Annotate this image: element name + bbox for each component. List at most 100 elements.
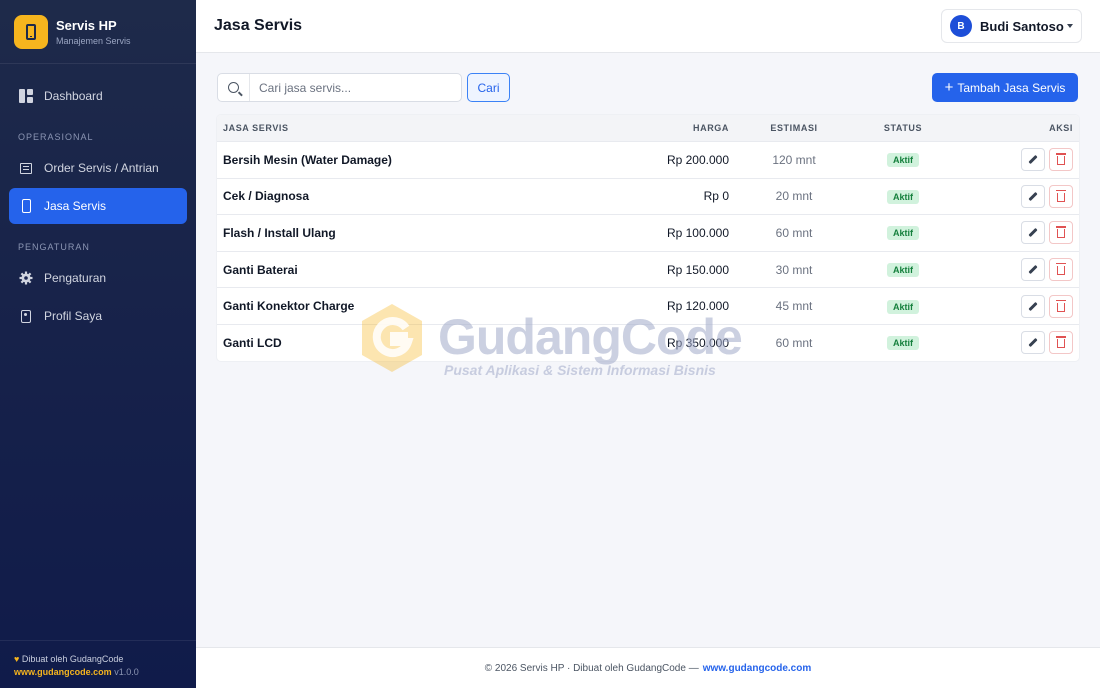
status-badge: Aktif (887, 153, 919, 168)
sidebar-item-dashboard[interactable]: Dashboard (9, 78, 187, 114)
header-status: STATUS (883, 123, 923, 133)
phone-logo-icon (14, 14, 48, 49)
pencil-icon (1028, 191, 1038, 201)
table-header: JASA SERVIS HARGA ESTIMASI STATUS AKSI (217, 115, 1079, 141)
pencil-icon (1028, 228, 1038, 238)
delete-button[interactable] (1049, 221, 1073, 245)
delete-button[interactable] (1049, 331, 1073, 355)
trash-icon (1056, 263, 1066, 276)
sidebar: Servis HP Manajemen Servis Dashboard OPE… (0, 0, 196, 688)
sidebar-item-order-servis[interactable]: Order Servis / Antrian (9, 150, 187, 186)
service-price: Rp 200.000 (666, 152, 729, 167)
brand-title: Servis HP (56, 17, 117, 33)
service-estimate: 60 mnt (775, 225, 813, 240)
avatar: B (950, 15, 972, 37)
sidebar-footer-link[interactable]: www.gudangcode.com (14, 667, 112, 677)
trash-icon (1056, 189, 1066, 202)
service-estimate: 30 mnt (775, 262, 813, 277)
user-name: Budi Santoso (980, 18, 1064, 34)
list-icon (19, 161, 33, 175)
header-actions: AKSI (1049, 123, 1073, 133)
phone-icon (19, 199, 33, 213)
top-header: Jasa Servis B Budi Santoso (196, 0, 1100, 53)
watermark-logo-icon (362, 304, 422, 372)
trash-icon (1056, 336, 1066, 349)
brand-subtitle: Manajemen Servis (56, 35, 131, 46)
watermark: GudangCode Pusat Aplikasi & Sistem Infor… (358, 302, 758, 382)
edit-button[interactable] (1021, 258, 1045, 282)
service-price: Rp 0 (703, 189, 729, 204)
made-by-text: Dibuat oleh GudangCode (21, 654, 124, 664)
sidebar-item-label: Profil Saya (44, 309, 103, 323)
table-row: Ganti Baterai Rp 150.000 30 mnt Aktif (217, 250, 1079, 288)
dashboard-icon (19, 89, 33, 103)
delete-button[interactable] (1049, 148, 1073, 172)
service-name: Ganti Baterai (223, 262, 298, 277)
edit-button[interactable] (1021, 184, 1045, 208)
user-menu-button[interactable]: B Budi Santoso (941, 9, 1082, 43)
heart-icon: ♥ (14, 654, 20, 664)
sidebar-footer: ♥ Dibuat oleh GudangCode www.gudangcode.… (0, 640, 196, 688)
edit-button[interactable] (1021, 331, 1045, 355)
sidebar-item-profil[interactable]: Profil Saya (9, 298, 187, 334)
table-row: Flash / Install Ulang Rp 100.000 60 mnt … (217, 214, 1079, 251)
delete-button[interactable] (1049, 258, 1073, 282)
edit-button[interactable] (1021, 148, 1045, 172)
section-operasional: OPERASIONAL (18, 132, 94, 142)
pencil-icon (1028, 155, 1038, 165)
header-name: JASA SERVIS (223, 123, 289, 133)
service-name: Bersih Mesin (Water Damage) (223, 152, 392, 167)
table-row: Cek / Diagnosa Rp 0 20 mnt Aktif (217, 177, 1079, 215)
status-badge: Aktif (887, 189, 919, 204)
watermark-title: GudangCode (438, 309, 743, 365)
edit-button[interactable] (1021, 221, 1045, 245)
pencil-icon (1028, 338, 1038, 348)
status-badge: Aktif (887, 226, 919, 241)
trash-icon (1056, 153, 1066, 166)
sidebar-item-pengaturan[interactable]: Pengaturan (9, 260, 187, 296)
sidebar-nav: Dashboard OPERASIONAL Order Servis / Ant… (0, 64, 196, 334)
trash-icon (1056, 226, 1066, 239)
section-pengaturan: PENGATURAN (18, 242, 90, 252)
sidebar-item-jasa-servis[interactable]: Jasa Servis (9, 188, 187, 224)
header-estimate: ESTIMASI (770, 123, 818, 133)
delete-button[interactable] (1049, 294, 1073, 318)
page-footer: © 2026 Servis HP · Dibuat oleh GudangCod… (196, 647, 1100, 688)
search-input[interactable] (250, 74, 461, 101)
sidebar-item-label: Jasa Servis (44, 199, 107, 213)
header-price: HARGA (693, 123, 729, 133)
id-card-icon (19, 309, 33, 323)
service-name: Flash / Install Ulang (223, 225, 336, 240)
add-service-button[interactable]: + Tambah Jasa Servis (932, 73, 1078, 102)
table-row: Bersih Mesin (Water Damage) Rp 200.000 1… (217, 141, 1079, 178)
service-price: Rp 150.000 (666, 262, 729, 277)
version-text: v1.0.0 (114, 667, 139, 677)
gear-icon (19, 271, 33, 285)
status-badge: Aktif (887, 299, 919, 314)
trash-icon (1056, 299, 1066, 312)
sidebar-item-label: Order Servis / Antrian (44, 161, 159, 175)
status-badge: Aktif (887, 336, 919, 351)
caret-down-icon (1067, 24, 1073, 28)
search-icon (218, 74, 250, 101)
pencil-icon (1028, 264, 1038, 275)
service-name: Cek / Diagnosa (223, 189, 310, 204)
pencil-icon (1028, 301, 1038, 311)
service-price: Rp 100.000 (666, 225, 729, 240)
page-title: Jasa Servis (214, 17, 303, 34)
watermark-subtitle: Pusat Aplikasi & Sistem Informasi Bisnis (444, 362, 716, 378)
footer-text: © 2026 Servis HP · Dibuat oleh GudangCod… (484, 662, 699, 674)
footer-link[interactable]: www.gudangcode.com (703, 663, 812, 674)
add-service-label: Tambah Jasa Servis (957, 80, 1066, 95)
delete-button[interactable] (1049, 184, 1073, 208)
brand[interactable]: Servis HP Manajemen Servis (0, 0, 196, 64)
service-estimate: 20 mnt (775, 189, 813, 204)
search-box (217, 73, 462, 102)
status-badge: Aktif (887, 263, 919, 278)
sidebar-item-label: Pengaturan (44, 271, 107, 285)
sidebar-item-label: Dashboard (44, 89, 103, 103)
search-button[interactable]: Cari (467, 73, 510, 102)
edit-button[interactable] (1021, 294, 1045, 318)
plus-icon: + (944, 79, 954, 96)
service-estimate: 120 mnt (772, 152, 816, 167)
